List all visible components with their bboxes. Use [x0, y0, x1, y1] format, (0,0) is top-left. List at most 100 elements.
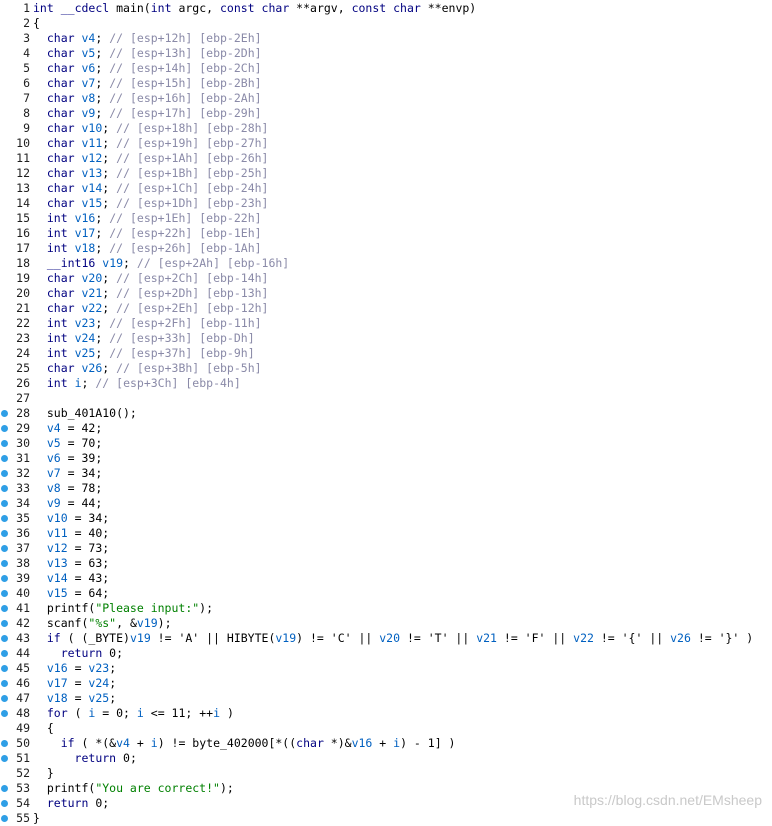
code-line[interactable]: 21 char v22; // [esp+2Eh] [ebp-12h]: [0, 301, 772, 316]
code-line[interactable]: 23 int v24; // [esp+33h] [ebp-Dh]: [0, 331, 772, 346]
line-number: 54: [16, 795, 30, 810]
code-line[interactable]: 19 char v20; // [esp+2Ch] [ebp-14h]: [0, 271, 772, 286]
code-text: char v12; // [esp+1Ah] [ebp-26h]: [46, 150, 269, 165]
code-line[interactable]: 20 char v21; // [esp+2Dh] [ebp-13h]: [0, 286, 772, 301]
line-number: 30: [16, 435, 30, 450]
line-number: 3: [23, 30, 30, 45]
line-number: 35: [16, 510, 30, 525]
code-text: char v7; // [esp+15h] [ebp-2Bh]: [46, 75, 262, 90]
code-line[interactable]: 2{: [0, 16, 772, 31]
pseudocode-view[interactable]: 1 int __cdecl main(int argc, const char *…: [0, 0, 772, 826]
code-line[interactable]: 28 sub_401A10();: [0, 406, 772, 421]
code-line[interactable]: 41 printf("Please input:");: [0, 601, 772, 616]
code-line[interactable]: 30 v5 = 70;: [0, 436, 772, 451]
code-line[interactable]: 39 v14 = 43;: [0, 571, 772, 586]
line-number: 12: [16, 165, 30, 180]
line-number: 45: [16, 660, 30, 675]
code-line[interactable]: 25 char v26; // [esp+3Bh] [ebp-5h]: [0, 361, 772, 376]
line-number: 9: [23, 120, 30, 135]
code-text: int v25; // [esp+37h] [ebp-9h]: [46, 345, 255, 360]
code-text: int v18; // [esp+26h] [ebp-1Ah]: [46, 240, 262, 255]
code-text: v12 = 73;: [46, 540, 110, 555]
code-line[interactable]: 31 v6 = 39;: [0, 451, 772, 466]
code-line[interactable]: 9 char v10; // [esp+18h] [ebp-28h]: [0, 121, 772, 136]
code-line[interactable]: 1 int __cdecl main(int argc, const char *…: [0, 1, 772, 16]
code-line[interactable]: 16 int v17; // [esp+22h] [ebp-1Eh]: [0, 226, 772, 241]
code-line[interactable]: 17 int v18; // [esp+26h] [ebp-1Ah]: [0, 241, 772, 256]
line-number: 49: [16, 720, 30, 735]
code-line[interactable]: 37 v12 = 73;: [0, 541, 772, 556]
line-number: 20: [16, 285, 30, 300]
code-text: __int16 v19; // [esp+2Ah] [ebp-16h]: [46, 255, 290, 270]
code-line[interactable]: 40 v15 = 64;: [0, 586, 772, 601]
line-number: 42: [16, 615, 30, 630]
code-line[interactable]: 32 v7 = 34;: [0, 466, 772, 481]
line-number: 28: [16, 405, 30, 420]
line-number: 5: [23, 60, 30, 75]
code-text: char v26; // [esp+3Bh] [ebp-5h]: [46, 360, 262, 375]
code-line[interactable]: 5 char v6; // [esp+14h] [ebp-2Ch]: [0, 61, 772, 76]
code-line[interactable]: 29 v4 = 42;: [0, 421, 772, 436]
code-line[interactable]: 46 v17 = v24;: [0, 676, 772, 691]
code-line[interactable]: 11 char v12; // [esp+1Ah] [ebp-26h]: [0, 151, 772, 166]
code-text: scanf("%s", &v19);: [33, 615, 172, 630]
code-text: sub_401A10();: [33, 405, 137, 420]
code-line[interactable]: 12 char v13; // [esp+1Bh] [ebp-25h]: [0, 166, 772, 181]
line-number: 40: [16, 585, 30, 600]
code-line[interactable]: 47 v18 = v25;: [0, 691, 772, 706]
code-line[interactable]: 27: [0, 391, 772, 406]
code-line[interactable]: 15 int v16; // [esp+1Eh] [ebp-22h]: [0, 211, 772, 226]
code-text: char v14; // [esp+1Ch] [ebp-24h]: [46, 180, 269, 195]
line-number: 13: [16, 180, 30, 195]
line-number: 37: [16, 540, 30, 555]
code-text: v17 = v24;: [46, 675, 117, 690]
line-number: 29: [16, 420, 30, 435]
code-text: v13 = 63;: [46, 555, 110, 570]
code-line[interactable]: 35 v10 = 34;: [0, 511, 772, 526]
code-line[interactable]: 10 char v11; // [esp+19h] [ebp-27h]: [0, 136, 772, 151]
code-text: return 0;: [74, 750, 137, 765]
code-line[interactable]: 52 }: [0, 766, 772, 781]
code-line[interactable]: 45 v16 = v23;: [0, 661, 772, 676]
code-line[interactable]: 51 return 0;: [0, 751, 772, 766]
code-text: v9 = 44;: [46, 495, 103, 510]
code-line[interactable]: 34 v9 = 44;: [0, 496, 772, 511]
code-line[interactable]: 22 int v23; // [esp+2Fh] [ebp-11h]: [0, 316, 772, 331]
code-line[interactable]: 3 char v4; // [esp+12h] [ebp-2Eh]: [0, 31, 772, 46]
line-number: 44: [16, 645, 30, 660]
code-line[interactable]: 26 int i; // [esp+3Ch] [ebp-4h]: [0, 376, 772, 391]
line-number: 18: [16, 255, 30, 270]
code-text: }: [33, 765, 54, 780]
code-line[interactable]: 24 int v25; // [esp+37h] [ebp-9h]: [0, 346, 772, 361]
code-text: {: [33, 720, 54, 735]
code-line[interactable]: 38 v13 = 63;: [0, 556, 772, 571]
code-line[interactable]: 43 if ( (_BYTE)v19 != 'A' || HIBYTE(v19)…: [0, 631, 772, 646]
code-line[interactable]: 55}: [0, 811, 772, 826]
code-line[interactable]: 13 char v14; // [esp+1Ch] [ebp-24h]: [0, 181, 772, 196]
code-line[interactable]: 7 char v8; // [esp+16h] [ebp-2Ah]: [0, 91, 772, 106]
code-line[interactable]: 49 {: [0, 721, 772, 736]
code-text: char v22; // [esp+2Eh] [ebp-12h]: [46, 300, 269, 315]
code-line[interactable]: 4 char v5; // [esp+13h] [ebp-2Dh]: [0, 46, 772, 61]
code-line[interactable]: 48 for ( i = 0; i <= 11; ++i ): [0, 706, 772, 721]
code-line[interactable]: 36 v11 = 40;: [0, 526, 772, 541]
code-line[interactable]: 6 char v7; // [esp+15h] [ebp-2Bh]: [0, 76, 772, 91]
line-number: 11: [16, 150, 30, 165]
line-number: 39: [16, 570, 30, 585]
line-number: 46: [16, 675, 30, 690]
code-text: char v11; // [esp+19h] [ebp-27h]: [46, 135, 269, 150]
code-line[interactable]: 42 scanf("%s", &v19);: [0, 616, 772, 631]
code-line[interactable]: 14 char v15; // [esp+1Dh] [ebp-23h]: [0, 196, 772, 211]
line-number: 4: [23, 45, 30, 60]
code-line[interactable]: 50 if ( *(&v4 + i) != byte_402000[*((cha…: [0, 736, 772, 751]
code-line[interactable]: 33 v8 = 78;: [0, 481, 772, 496]
line-number: 2: [23, 15, 30, 30]
code-line[interactable]: 8 char v9; // [esp+17h] [ebp-29h]: [0, 106, 772, 121]
code-line[interactable]: 44 return 0;: [0, 646, 772, 661]
line-number: 1: [23, 0, 30, 15]
code-text: v10 = 34;: [46, 510, 110, 525]
code-line[interactable]: 18 __int16 v19; // [esp+2Ah] [ebp-16h]: [0, 256, 772, 271]
line-number: 55: [16, 810, 30, 825]
line-number: 21: [16, 300, 30, 315]
line-number: 38: [16, 555, 30, 570]
